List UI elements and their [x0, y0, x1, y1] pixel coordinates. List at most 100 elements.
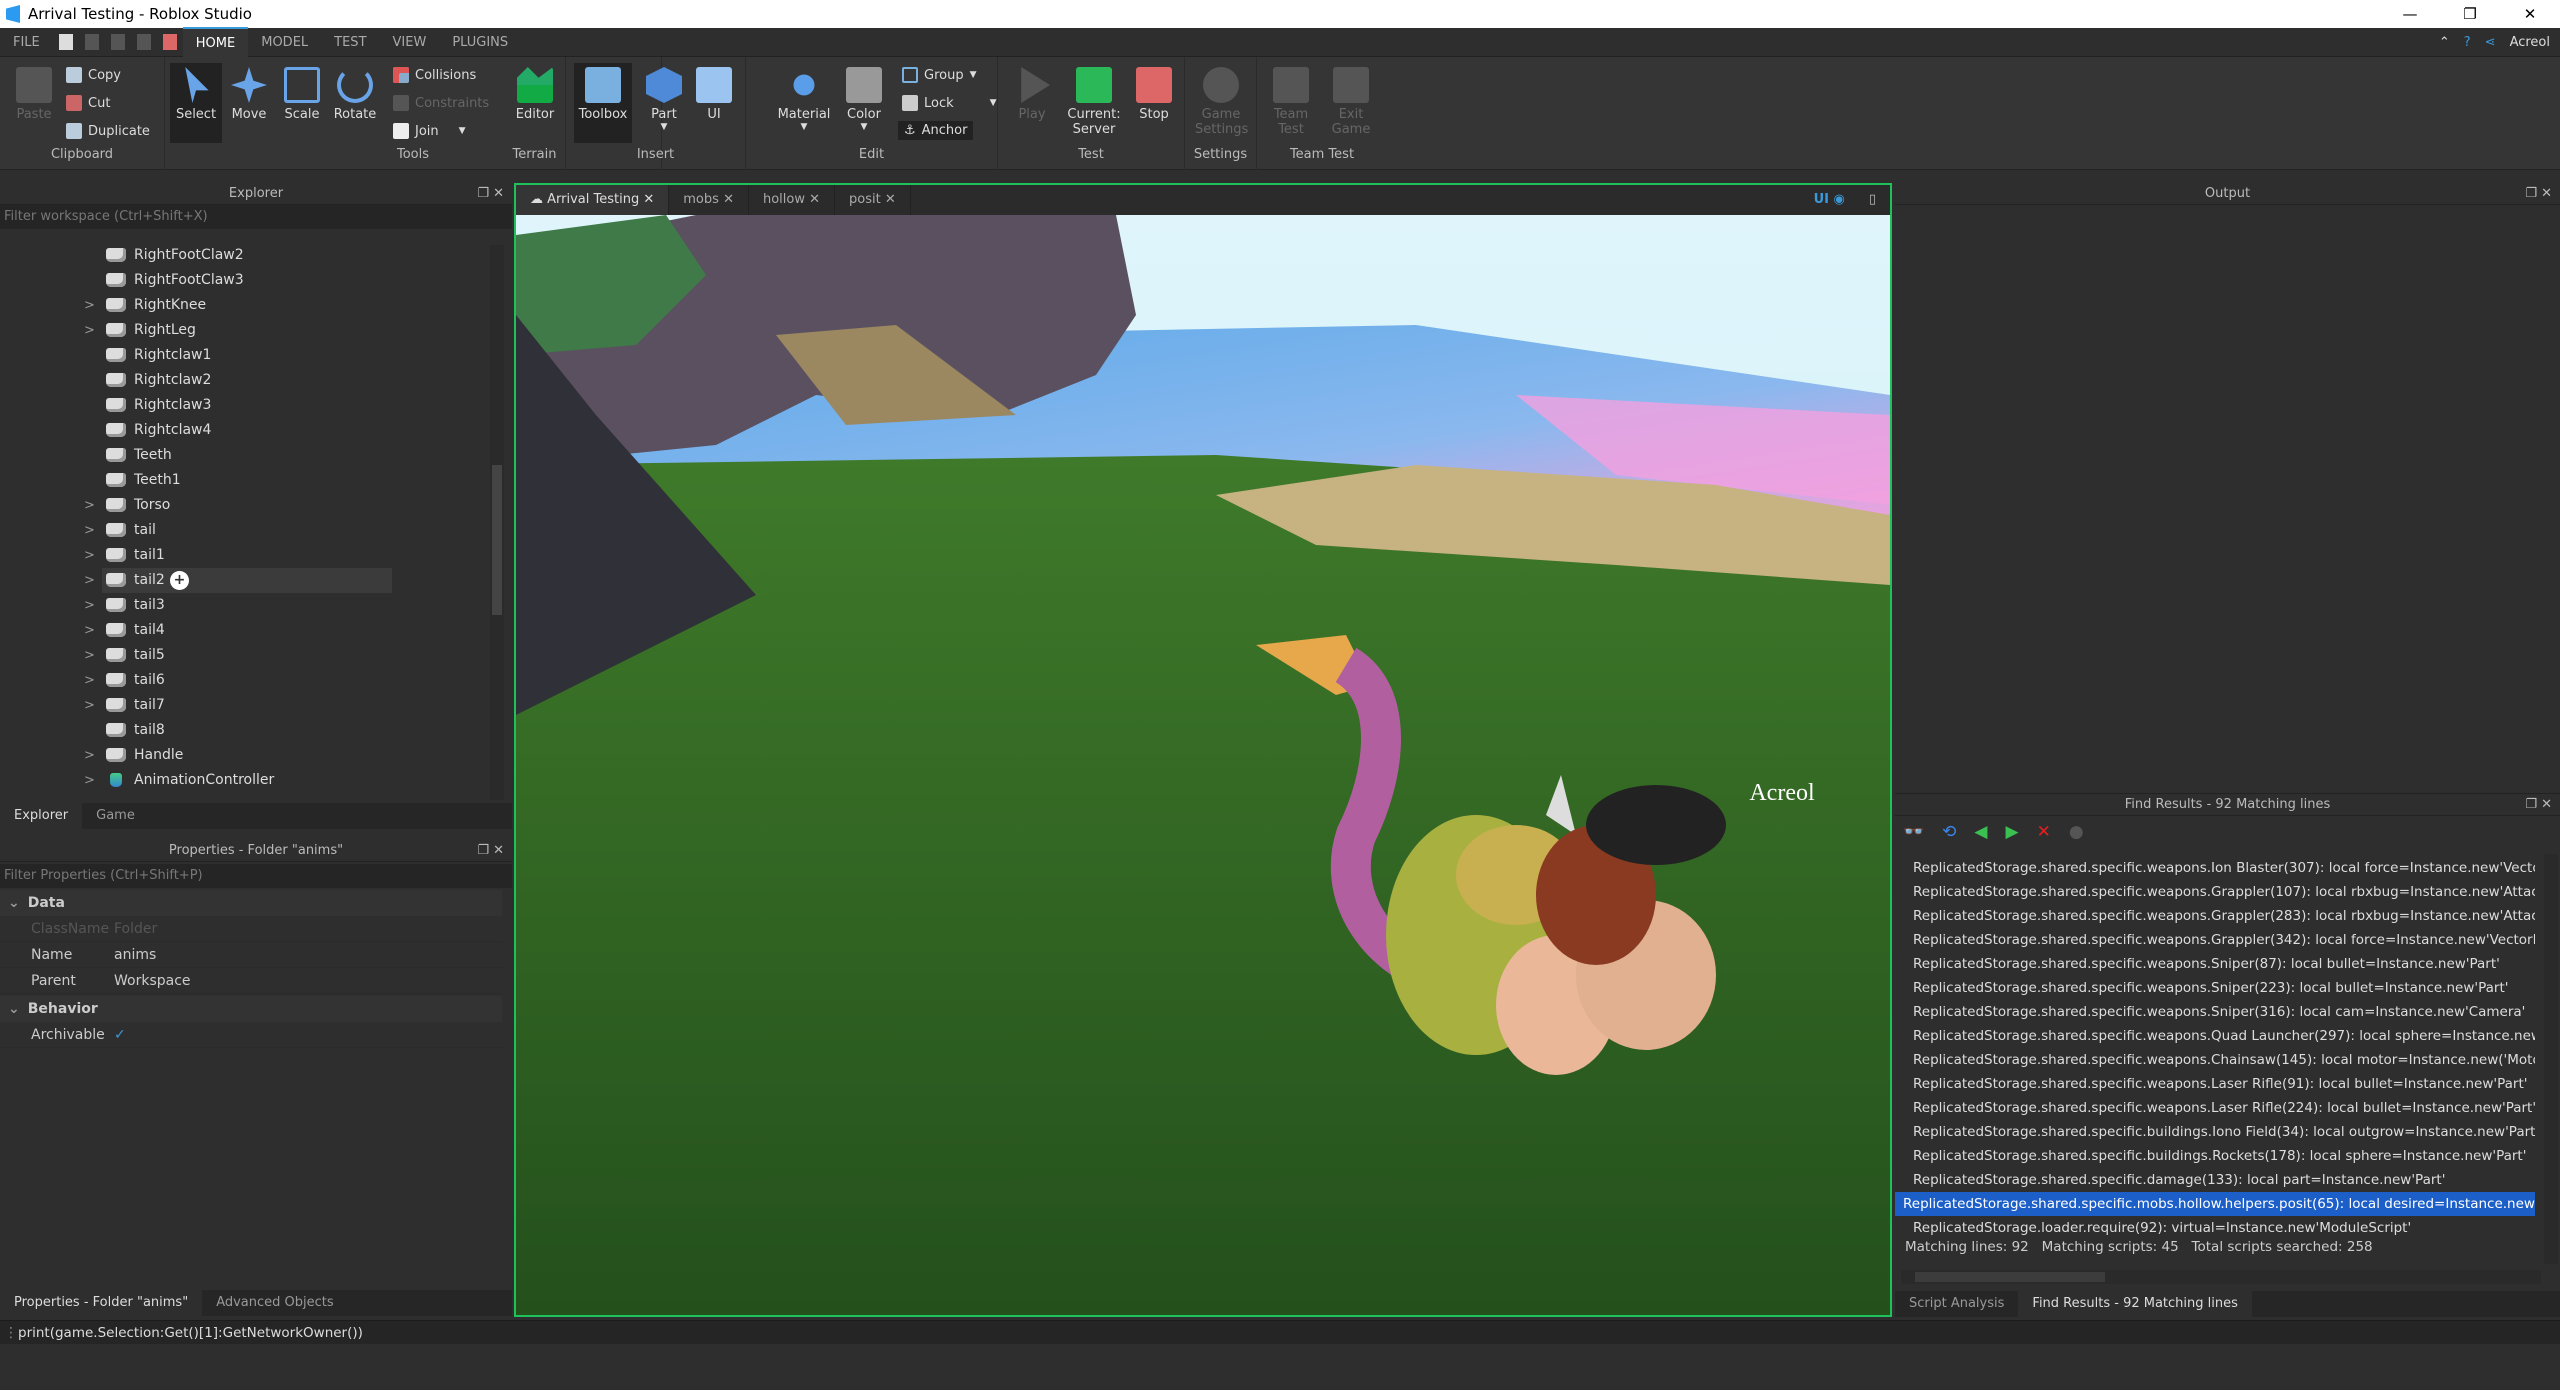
find-result-line[interactable]: ReplicatedStorage.shared.specific.weapon… — [1905, 1072, 2535, 1096]
tree-item[interactable]: > Handle — [0, 743, 491, 768]
ui-button[interactable]: UI — [688, 63, 740, 122]
find-vertical-scrollbar[interactable] — [2544, 854, 2558, 1264]
find-result-line[interactable]: ReplicatedStorage.shared.specific.weapon… — [1905, 976, 2535, 1000]
chevron-right-icon[interactable]: > — [84, 643, 95, 668]
chevron-right-icon[interactable]: > — [84, 568, 95, 593]
tree-item[interactable]: > tail2 + — [0, 568, 491, 593]
chevron-right-icon[interactable]: > — [84, 593, 95, 618]
add-object-plus-icon[interactable]: + — [170, 571, 189, 590]
chevron-right-icon[interactable]: > — [84, 618, 95, 643]
stop-icon[interactable] — [162, 34, 177, 50]
exit-game-button[interactable]: Exit Game — [1325, 63, 1377, 137]
tree-item[interactable]: > RightLeg — [0, 318, 491, 343]
close-tab-icon[interactable]: ✕ — [885, 192, 896, 207]
find-result-line[interactable]: ReplicatedStorage.shared.specific.weapon… — [1905, 928, 2535, 952]
tab-model[interactable]: MODEL — [248, 28, 321, 57]
find-result-line[interactable]: ReplicatedStorage.shared.specific.buildi… — [1905, 1144, 2535, 1168]
device-emulator-button[interactable]: ▯ — [1855, 185, 1890, 215]
find-result-line[interactable]: ReplicatedStorage.shared.specific.weapon… — [1905, 952, 2535, 976]
find-result-line[interactable]: ReplicatedStorage.shared.specific.buildi… — [1905, 1120, 2535, 1144]
chevron-right-icon[interactable]: > — [84, 693, 95, 718]
tree-item[interactable]: Rightclaw4 — [0, 418, 491, 443]
tree-item[interactable]: > tail5 — [0, 643, 491, 668]
redo-icon[interactable] — [110, 34, 125, 50]
close-window-button[interactable]: ✕ — [2500, 0, 2560, 28]
tree-item[interactable]: Rightclaw3 — [0, 393, 491, 418]
tree-item[interactable]: Teeth1 — [0, 468, 491, 493]
chevron-right-icon[interactable]: > — [84, 743, 95, 768]
tab-mobs[interactable]: mobs ✕ — [669, 185, 749, 215]
collapse-ribbon-icon[interactable]: ⌃ — [2439, 35, 2450, 50]
find-result-line[interactable]: ReplicatedStorage.loader.require(92): vi… — [1905, 1216, 2535, 1240]
lock-button[interactable]: Lock ▼ — [902, 95, 997, 111]
material-button[interactable]: Material ▼ — [774, 63, 834, 132]
property-group-behavior[interactable]: ⌄ Behavior — [0, 996, 502, 1022]
find-result-line[interactable]: ReplicatedStorage.shared.specific.weapon… — [1905, 1048, 2535, 1072]
property-group-data[interactable]: ⌄ Data — [0, 890, 502, 916]
paste-button[interactable]: Paste — [8, 63, 60, 122]
chevron-right-icon[interactable]: > — [84, 668, 95, 693]
undo-icon[interactable] — [84, 34, 99, 50]
collisions-toggle[interactable]: Collisions — [393, 67, 476, 83]
panel-controls[interactable]: ❐ ✕ — [477, 840, 504, 862]
chevron-right-icon[interactable]: > — [84, 318, 95, 343]
tree-item[interactable]: RightFootClaw3 — [0, 268, 491, 293]
game-settings-button[interactable]: Game Settings — [1195, 63, 1248, 137]
find-result-line[interactable]: ReplicatedStorage.shared.specific.weapon… — [1905, 904, 2535, 928]
chevron-right-icon[interactable]: > — [84, 543, 95, 568]
explorer-scrollbar[interactable] — [490, 245, 504, 800]
command-input[interactable]: print(game.Selection:Get()[1]:GetNetwork… — [18, 1321, 363, 1345]
tab-explorer[interactable]: Explorer — [0, 803, 83, 829]
close-tab-icon[interactable]: ✕ — [723, 192, 734, 207]
tab-advanced-objects[interactable]: Advanced Objects — [202, 1290, 347, 1316]
close-tab-icon[interactable]: ✕ — [809, 192, 820, 207]
stop-search-icon[interactable]: ● — [2069, 822, 2084, 842]
find-result-line[interactable]: ReplicatedStorage.shared.specific.weapon… — [1905, 1000, 2535, 1024]
toolbox-button[interactable]: Toolbox — [574, 63, 632, 143]
team-test-button[interactable]: Team Test — [1265, 63, 1317, 137]
cut-button[interactable]: Cut — [66, 95, 110, 111]
property-row-parent[interactable]: Parent Workspace — [0, 968, 502, 994]
play-button[interactable]: Play — [1006, 63, 1058, 122]
stop-button[interactable]: Stop — [1128, 63, 1180, 122]
refresh-icon[interactable]: ⟲ — [1942, 822, 1956, 842]
panel-controls[interactable]: ❐ ✕ — [2525, 183, 2552, 205]
chevron-right-icon[interactable]: > — [84, 493, 95, 518]
copy-button[interactable]: Copy — [66, 67, 121, 83]
next-arrow-icon[interactable]: ▶ — [2006, 822, 2019, 842]
terrain-editor-button[interactable]: Editor — [509, 63, 561, 122]
ui-visibility-toggle[interactable]: UI ◉ — [1804, 185, 1855, 215]
part-button[interactable]: Part ▼ — [638, 63, 690, 132]
tab-home[interactable]: HOME — [182, 26, 249, 58]
panel-controls[interactable]: ❐ ✕ — [2525, 794, 2552, 816]
property-row-name[interactable]: Name anims — [0, 942, 502, 968]
tree-item[interactable]: > AnimationController — [0, 768, 491, 793]
scale-tool-button[interactable]: Scale — [276, 63, 328, 122]
anchor-toggle[interactable]: ⚓ Anchor — [898, 121, 974, 140]
close-tab-icon[interactable]: ✕ — [643, 192, 654, 207]
tab-properties[interactable]: Properties - Folder "anims" — [0, 1290, 203, 1316]
tree-item[interactable]: > RightKnee — [0, 293, 491, 318]
tree-item[interactable]: Teeth — [0, 443, 491, 468]
tab-game[interactable]: Game — [82, 803, 149, 829]
3d-scene[interactable]: Acreol — [516, 215, 1890, 1315]
duplicate-button[interactable]: Duplicate — [66, 123, 150, 139]
rotate-tool-button[interactable]: Rotate — [329, 63, 381, 122]
find-result-line[interactable]: ReplicatedStorage.shared.specific.damage… — [1905, 1168, 2535, 1192]
file-menu[interactable]: FILE — [0, 28, 53, 57]
group-button[interactable]: Group ▼ — [902, 67, 977, 83]
tab-posit[interactable]: posit ✕ — [835, 185, 911, 215]
clear-x-icon[interactable]: ✕ — [2037, 822, 2051, 842]
tree-item[interactable]: > tail — [0, 518, 491, 543]
user-name[interactable]: Acreol — [2510, 35, 2550, 50]
color-button[interactable]: Color ▼ — [838, 63, 890, 132]
tab-view[interactable]: VIEW — [380, 28, 440, 57]
tree-item[interactable]: RightFootClaw2 — [0, 243, 491, 268]
find-horizontal-scrollbar[interactable] — [1901, 1270, 2541, 1284]
archivable-checkbox[interactable]: ✓ — [114, 1022, 126, 1048]
constraints-toggle[interactable]: Constraints — [393, 95, 489, 111]
new-file-icon[interactable] — [58, 34, 73, 50]
tree-item[interactable]: Rightclaw1 — [0, 343, 491, 368]
tree-item[interactable]: tail8 — [0, 718, 491, 743]
tree-item[interactable]: > tail4 — [0, 618, 491, 643]
